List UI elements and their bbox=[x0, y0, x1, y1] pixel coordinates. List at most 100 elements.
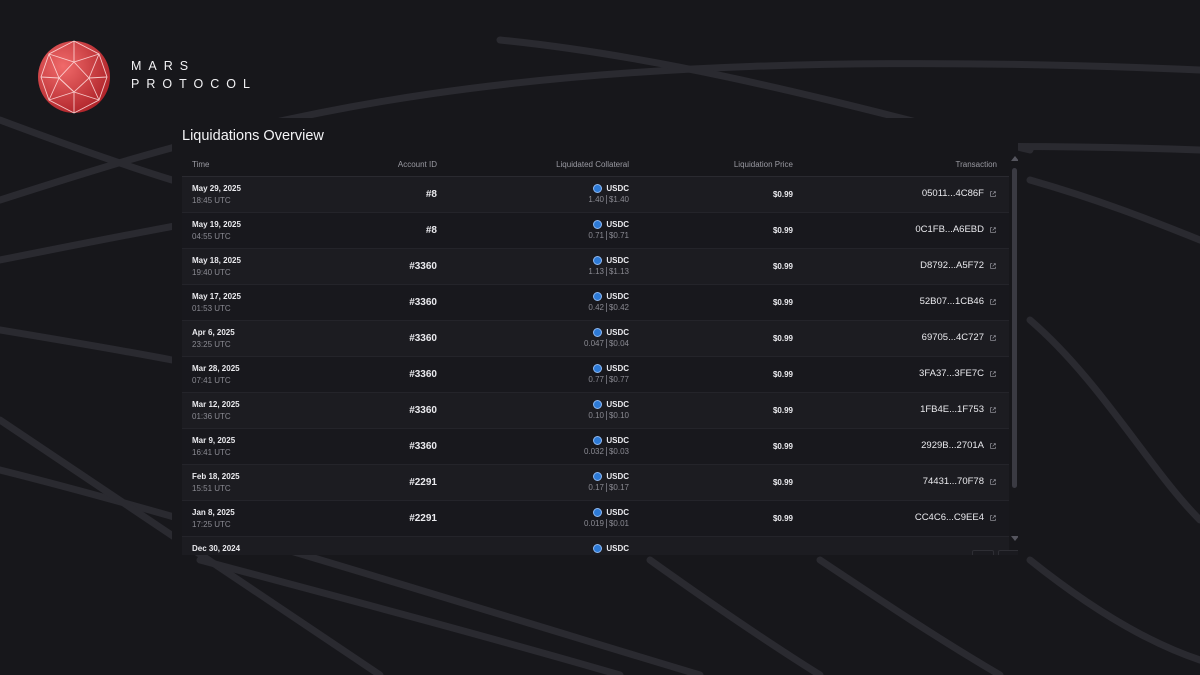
collateral-amount: 0.42 bbox=[588, 303, 604, 312]
brand-line-1: MARS bbox=[131, 59, 196, 73]
transaction-hash-link[interactable]: 3FA37...3FE7C bbox=[919, 368, 984, 379]
row-transaction[interactable]: CC4C6...C9EE4 bbox=[915, 512, 997, 523]
external-link-icon[interactable] bbox=[989, 226, 997, 234]
scroll-up-arrow-icon[interactable] bbox=[1011, 156, 1018, 161]
usdc-coin-icon bbox=[593, 256, 603, 265]
table-row[interactable]: Feb 18, 2025 15:51 UTC #2291 USDC 0.17 $0.17 $… bbox=[182, 465, 1009, 501]
row-transaction[interactable]: 69705...4C727 bbox=[922, 332, 997, 343]
row-date: Mar 9, 2025 bbox=[192, 436, 236, 445]
collateral-amount: 1.40 bbox=[588, 195, 604, 204]
transaction-hash-link[interactable]: 2929B...2701A bbox=[921, 440, 984, 451]
row-transaction[interactable]: 74431...70F78 bbox=[923, 476, 997, 487]
row-collateral: USDC 0.71 $0.71 bbox=[588, 220, 629, 241]
row-transaction[interactable]: 1FB4E...1F753 bbox=[920, 404, 997, 415]
external-link-icon[interactable] bbox=[989, 190, 997, 198]
row-date: May 18, 2025 bbox=[192, 256, 241, 265]
external-link-icon[interactable] bbox=[989, 478, 997, 486]
collateral-amount: 0.10 bbox=[588, 411, 604, 420]
row-account-id[interactable]: #3360 bbox=[409, 405, 437, 416]
external-link-icon[interactable] bbox=[989, 298, 997, 306]
collateral-asset: USDC bbox=[606, 472, 629, 481]
row-account-id[interactable]: #3360 bbox=[409, 441, 437, 452]
geodesic-sphere-logo[interactable] bbox=[37, 40, 111, 114]
row-account-id[interactable]: #3360 bbox=[409, 261, 437, 272]
collateral-asset: USDC bbox=[606, 544, 629, 553]
external-link-icon[interactable] bbox=[989, 514, 997, 522]
column-header-liquidation-price[interactable]: Liquidation Price bbox=[734, 160, 793, 169]
transaction-hash-link[interactable]: 05011...4C86F bbox=[922, 188, 984, 199]
table-row[interactable]: Dec 30, 2024 USDC bbox=[182, 537, 1009, 555]
column-header-transaction[interactable]: Transaction bbox=[956, 160, 998, 169]
row-account-id[interactable]: #8 bbox=[426, 225, 437, 236]
row-liquidation-price: $0.99 bbox=[772, 190, 793, 199]
row-transaction[interactable]: 0C1FB...A6EBD bbox=[915, 224, 997, 235]
pagination-next-button[interactable] bbox=[998, 550, 1018, 555]
row-collateral: USDC 0.42 $0.42 bbox=[588, 292, 629, 313]
transaction-hash-link[interactable]: 74431...70F78 bbox=[923, 476, 984, 487]
table-row[interactable]: Mar 28, 2025 07:41 UTC #3360 USDC 0.77 $0.77 $… bbox=[182, 357, 1009, 393]
collateral-value: $0.03 bbox=[608, 447, 629, 456]
liquidations-table: Time Account ID Liquidated Collateral Li… bbox=[182, 154, 1009, 555]
row-date: May 17, 2025 bbox=[192, 292, 241, 301]
usdc-coin-icon bbox=[593, 328, 603, 337]
collateral-value: $0.71 bbox=[608, 231, 629, 240]
external-link-icon[interactable] bbox=[989, 406, 997, 414]
row-account-id[interactable]: #2291 bbox=[409, 513, 437, 524]
table-row[interactable]: Mar 12, 2025 01:36 UTC #3360 USDC 0.10 $0.10 $… bbox=[182, 393, 1009, 429]
table-body: May 29, 2025 18:45 UTC #8 USDC 1.40 $1.40 $0.9… bbox=[182, 177, 1009, 555]
transaction-hash-link[interactable]: 69705...4C727 bbox=[922, 332, 984, 343]
row-transaction[interactable]: 05011...4C86F bbox=[922, 188, 997, 199]
row-account-id[interactable]: #3360 bbox=[409, 369, 437, 380]
external-link-icon[interactable] bbox=[989, 370, 997, 378]
table-row[interactable]: Mar 9, 2025 16:41 UTC #3360 USDC 0.032 $0.03 $… bbox=[182, 429, 1009, 465]
row-liquidation-price: $0.99 bbox=[772, 298, 793, 307]
row-liquidation-price: $0.99 bbox=[772, 478, 793, 487]
collateral-amount: 0.77 bbox=[588, 375, 604, 384]
pagination-prev-button[interactable] bbox=[972, 550, 994, 555]
external-link-icon[interactable] bbox=[989, 334, 997, 342]
liquidations-panel: Liquidations Overview Time Account ID Li… bbox=[172, 118, 1018, 555]
row-transaction[interactable]: D8792...A5F72 bbox=[920, 260, 997, 271]
table-row[interactable]: May 17, 2025 01:53 UTC #3360 USDC 0.42 $0.42 $… bbox=[182, 285, 1009, 321]
external-link-icon[interactable] bbox=[989, 442, 997, 450]
row-liquidation-price: $0.99 bbox=[772, 226, 793, 235]
row-liquidation-price: $0.99 bbox=[772, 334, 793, 343]
column-header-liquidated-collateral[interactable]: Liquidated Collateral bbox=[556, 160, 629, 169]
transaction-hash-link[interactable]: CC4C6...C9EE4 bbox=[915, 512, 984, 523]
row-time: 16:41 UTC bbox=[192, 448, 231, 457]
external-link-icon[interactable] bbox=[989, 262, 997, 270]
transaction-hash-link[interactable]: 52B07...1CB46 bbox=[920, 296, 984, 307]
row-account-id[interactable]: #2291 bbox=[409, 477, 437, 488]
row-liquidation-price: $0.99 bbox=[772, 514, 793, 523]
usdc-coin-icon bbox=[593, 292, 603, 301]
row-transaction[interactable]: 2929B...2701A bbox=[921, 440, 997, 451]
row-time: 07:41 UTC bbox=[192, 376, 231, 385]
row-date: May 19, 2025 bbox=[192, 220, 241, 229]
row-transaction[interactable]: 52B07...1CB46 bbox=[920, 296, 997, 307]
row-liquidation-price: $0.99 bbox=[772, 406, 793, 415]
column-header-account-id[interactable]: Account ID bbox=[398, 160, 437, 169]
collateral-value: $0.17 bbox=[608, 483, 629, 492]
transaction-hash-link[interactable]: D8792...A5F72 bbox=[920, 260, 984, 271]
row-account-id[interactable]: #3360 bbox=[409, 333, 437, 344]
row-account-id[interactable]: #3360 bbox=[409, 297, 437, 308]
row-date: May 29, 2025 bbox=[192, 184, 241, 193]
column-header-time[interactable]: Time bbox=[192, 160, 209, 169]
transaction-hash-link[interactable]: 0C1FB...A6EBD bbox=[915, 224, 984, 235]
row-time: 04:55 UTC bbox=[192, 232, 231, 241]
collateral-asset: USDC bbox=[606, 220, 629, 229]
table-row[interactable]: May 19, 2025 04:55 UTC #8 USDC 0.71 $0.71 $0.9… bbox=[182, 213, 1009, 249]
table-row[interactable]: Jan 8, 2025 17:25 UTC #2291 USDC 0.019 $0.01 $… bbox=[182, 501, 1009, 537]
table-row[interactable]: Apr 6, 2025 23:25 UTC #3360 USDC 0.047 $0.04 $… bbox=[182, 321, 1009, 357]
scroll-down-arrow-icon[interactable] bbox=[1011, 536, 1018, 541]
collateral-asset: USDC bbox=[606, 436, 629, 445]
table-row[interactable]: May 18, 2025 19:40 UTC #3360 USDC 1.13 $1.13 $… bbox=[182, 249, 1009, 285]
row-account-id[interactable]: #8 bbox=[426, 189, 437, 200]
transaction-hash-link[interactable]: 1FB4E...1F753 bbox=[920, 404, 984, 415]
table-row[interactable]: May 29, 2025 18:45 UTC #8 USDC 1.40 $1.40 $0.9… bbox=[182, 177, 1009, 213]
row-transaction[interactable]: 3FA37...3FE7C bbox=[919, 368, 997, 379]
scrollbar[interactable] bbox=[1011, 156, 1018, 544]
scrollbar-thumb[interactable] bbox=[1012, 168, 1017, 488]
collateral-asset: USDC bbox=[606, 256, 629, 265]
divider bbox=[605, 195, 607, 205]
